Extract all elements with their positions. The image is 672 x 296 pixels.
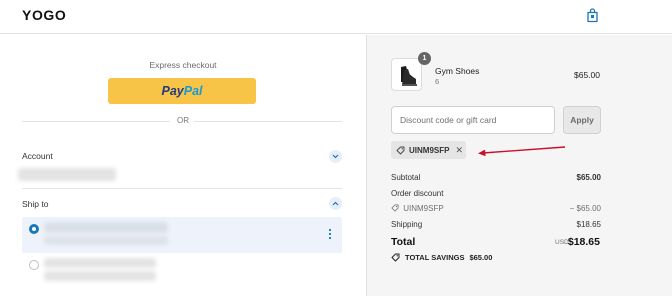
account-email-blurred	[18, 168, 116, 181]
subtotal-row: Subtotal $65.00	[391, 173, 601, 182]
section-divider	[22, 188, 342, 189]
applied-discount-code: UINM9SFP	[409, 145, 450, 155]
address-radio-selected[interactable]	[29, 224, 39, 234]
quantity-badge: 1	[418, 52, 431, 65]
store-logo[interactable]: YOGO	[22, 7, 66, 23]
remove-discount-icon[interactable]: ✕	[455, 145, 463, 155]
product-price: $65.00	[574, 70, 600, 80]
discount-code-input[interactable]	[391, 106, 555, 134]
ship-to-chevron-up-icon[interactable]	[329, 197, 342, 210]
address-line-blurred	[44, 271, 156, 281]
tag-icon	[391, 253, 400, 262]
account-label: Account	[22, 151, 53, 161]
address-line-blurred	[44, 222, 168, 233]
shipping-label: Shipping	[391, 220, 423, 229]
subtotal-value: $65.00	[576, 173, 601, 182]
product-name: Gym Shoes	[435, 66, 480, 76]
paypal-logo-part1: Pay	[161, 84, 184, 98]
more-options-icon[interactable]	[328, 228, 332, 240]
shoe-image	[401, 66, 417, 86]
shopping-bag-icon[interactable]	[586, 8, 599, 23]
discount-code-row: UINM9SFP − $65.00	[391, 204, 601, 213]
total-label: Total	[391, 236, 416, 248]
address-option-selected[interactable]	[22, 217, 342, 253]
address-radio-unselected[interactable]	[29, 260, 39, 270]
order-discount-row: Order discount	[391, 189, 601, 198]
site-header: YOGO	[0, 0, 672, 34]
account-chevron-down-icon[interactable]	[329, 150, 342, 163]
total-currency: USD	[555, 239, 569, 246]
product-variant: 6	[435, 77, 440, 86]
total-value: $18.65	[567, 236, 600, 248]
shipping-row: Shipping $18.65	[391, 220, 601, 229]
tag-icon	[391, 204, 399, 212]
shipping-value: $18.65	[576, 220, 601, 229]
express-checkout-label: Express checkout	[149, 60, 217, 70]
product-thumbnail	[391, 58, 422, 91]
red-arrow-annotation	[478, 146, 566, 157]
tag-icon	[396, 146, 405, 154]
order-summary-panel: 1 Gym Shoes 6 $65.00 Apply UINM9SFP ✕ Su…	[366, 35, 672, 296]
order-discount-label: Order discount	[391, 189, 444, 198]
applied-discount-chip: UINM9SFP ✕	[391, 141, 466, 159]
discount-code-label: UINM9SFP	[403, 204, 444, 213]
address-line-blurred	[44, 258, 156, 268]
or-label: OR	[177, 116, 189, 125]
savings-label: TOTAL SAVINGS	[405, 253, 465, 262]
address-line-blurred	[44, 236, 168, 245]
ship-to-label: Ship to	[22, 199, 49, 209]
savings-value: $65.00	[469, 253, 493, 262]
apply-discount-button[interactable]: Apply	[563, 106, 601, 134]
discount-value: − $65.00	[569, 204, 601, 213]
checkout-form-panel: Express checkout Pay Pal OR Account Ship …	[0, 35, 366, 296]
total-savings-row: TOTAL SAVINGS $65.00	[391, 253, 492, 262]
paypal-logo-part2: Pal	[183, 84, 203, 98]
paypal-button[interactable]: Pay Pal	[108, 78, 256, 104]
subtotal-label: Subtotal	[391, 173, 421, 182]
